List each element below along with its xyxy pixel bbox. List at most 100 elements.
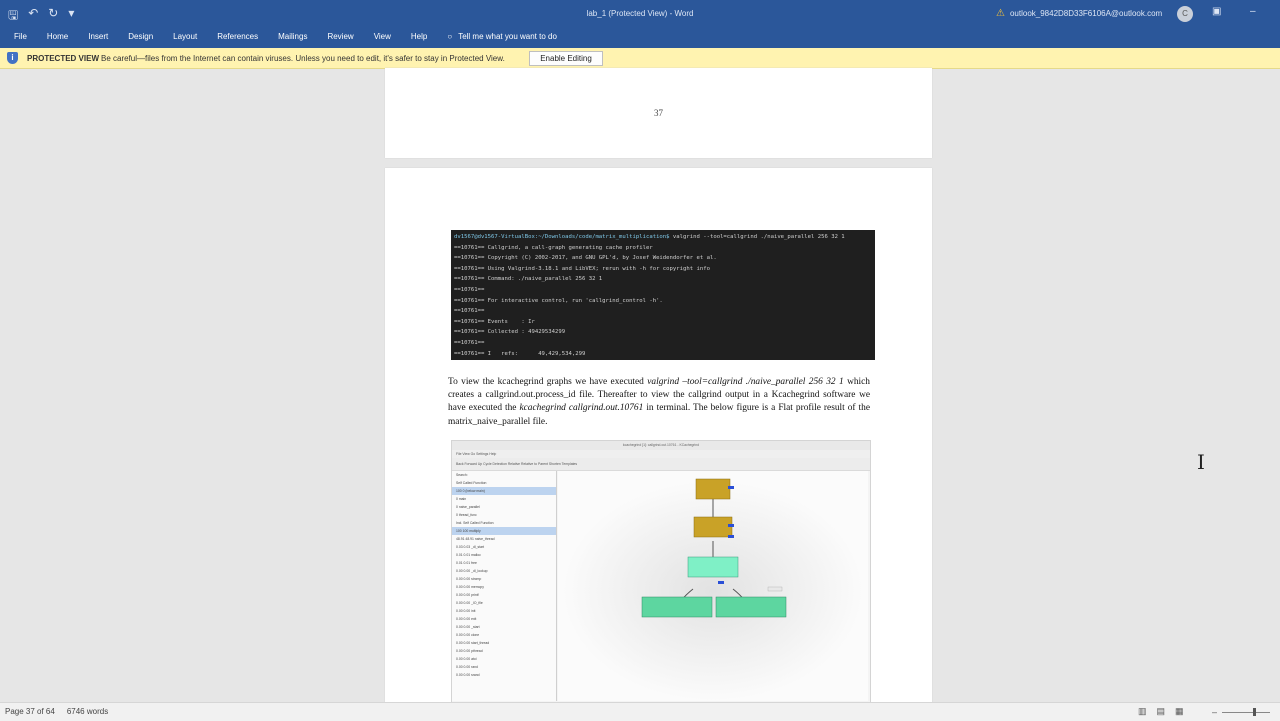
embedded-list-row: 0.00 0.00 exit [456,617,477,621]
terminal-line: ==10761== For interactive control, run '… [454,297,663,304]
web-layout-icon[interactable]: ▦ [1175,706,1184,717]
embedded-list-row: 0.00 0.00 memcpy [456,585,484,589]
embedded-list-row: 0 naive_parallel [456,505,480,509]
graph-node-main [693,516,733,538]
account-email: outlook_9842D8D33F6106A@outlook.com [1009,9,1163,18]
embedded-list-row: 0.00 0.00 atoi [456,657,477,661]
tell-me-search[interactable]: ○ Tell me what you want to do [447,32,557,41]
terminal-line: ==10761== [454,286,485,293]
word-count-status[interactable]: 6746 words [67,707,108,716]
embedded-list-row: 0.01 0.01 free [456,561,477,565]
terminal-line: ==10761== Copyright (C) 2002-2017, and G… [454,255,717,262]
embedded-list-row: 0.00 0.00 clone [456,633,480,637]
embedded-list-row: 0 main [456,497,467,501]
kcachegrind-screenshot: kcachegrind [1]: callgrind.out.10761 - K… [451,440,871,704]
document-page[interactable]: dv1567@dv1567-VirtualBox:~/Downloads/cod… [385,168,932,708]
tab-design[interactable]: Design [128,32,153,41]
embedded-call-graph [558,471,868,701]
embedded-list-row: 0.00 0.00 _IO_file [456,601,483,605]
graph-label [767,586,783,592]
embedded-list-row: 0.00 0.00 start_thread [456,641,490,645]
read-mode-icon[interactable]: ▥ [1138,706,1147,717]
paragraph-command: kcachegrind callgrind.out.10761 [519,403,644,414]
embedded-list-row: 0.03 0.03 _dl_start [456,545,485,549]
graph-badge [728,535,734,538]
text-cursor-icon: I [1197,450,1205,474]
embedded-list-row: Self Called Function [456,481,487,485]
embedded-list-row: 100 100 multiply [452,527,556,535]
terminal-screenshot: dv1567@dv1567-VirtualBox:~/Downloads/cod… [451,230,875,360]
terminal-line: ==10761== Collected : 49429534299 [454,329,566,336]
tell-me-text: Tell me what you want to do [458,32,557,41]
embedded-menu-bar: File View Go Settings Help [452,450,870,458]
graph-node-thread-b [715,596,787,618]
print-layout-icon[interactable]: ▤ [1157,706,1166,717]
avatar[interactable]: C [1177,6,1193,22]
embedded-list-row: 0.00 0.00 _start [456,625,480,629]
embedded-list-row: 0.00 0.00 _dl_lookup [456,569,488,573]
protected-view-message: Be careful—files from the Internet can c… [101,54,505,63]
zoom-slider[interactable] [1222,712,1270,713]
page-number: 37 [654,108,663,118]
terminal-line: ==10761== Callgrind, a call-graph genera… [454,244,653,251]
body-paragraph: To view the kcachegrind graphs we have e… [448,376,870,429]
tab-view[interactable]: View [374,32,391,41]
paragraph-command: valgrind –tool=callgrind ./naive_paralle… [647,377,844,387]
embedded-list-row: 0.00 0.00 pthread [456,649,483,653]
tab-review[interactable]: Review [327,32,353,41]
embedded-list-row: 0.00 0.00 init [456,609,476,613]
embedded-list-row: 0.01 0.01 malloc [456,553,481,557]
lightbulb-icon: ○ [447,32,453,41]
embedded-list-row: 100 0 (below main) [452,487,556,495]
protected-view-label: PROTECTED VIEW [27,54,100,63]
zoom-out-icon[interactable]: – [1212,707,1217,717]
terminal-prompt-path: dv1567@dv1567-VirtualBox:~/Downloads/cod… [454,234,670,240]
protected-view-bar: i PROTECTED VIEW Be careful—files from t… [0,48,1280,69]
tab-file[interactable]: File [14,32,27,41]
document-page[interactable]: 37 [385,68,932,158]
graph-badge [718,581,724,584]
terminal-line: ==10761== [454,308,485,315]
warning-icon: ⚠ [996,8,1005,19]
graph-node-naive-parallel [687,556,739,578]
account-area[interactable]: ⚠ outlook_9842D8D33F6106A@outlook.com [996,8,1162,19]
ribbon-display-options-icon[interactable]: ▣ [1212,6,1221,17]
embedded-list-row: Search: [456,473,468,477]
embedded-list-row: 0.00 0.00 rand [456,665,478,669]
embedded-toolbar: Back Forward Up Cycle Detection Relative… [452,458,870,471]
embedded-list-row: 48.91 48.91 naive_thread [456,537,495,541]
embedded-window-title: kcachegrind [1]: callgrind.out.10761 - K… [452,441,870,450]
ribbon-tabs: File Home Insert Design Layout Reference… [0,28,1280,48]
shield-icon: i [7,52,18,64]
graph-node-thread-a [641,596,713,618]
embedded-list-row: 0.00 0.00 strcmp [456,577,482,581]
terminal-line: ==10761== I refs: 49,429,534,299 [454,350,586,357]
call-graph-svg [563,478,863,701]
tab-layout[interactable]: Layout [173,32,197,41]
tab-home[interactable]: Home [47,32,68,41]
embedded-list-row: 0 thread_func [456,513,477,517]
terminal-line: ==10761== [454,339,485,346]
graph-badge [728,524,734,527]
status-bar: Page 37 of 64 6746 words ▥ ▤ ▦ – [0,702,1280,721]
tab-insert[interactable]: Insert [88,32,108,41]
embedded-list-row: Incl. Self Called Function [456,521,494,525]
title-bar: 🖫 ↶ ↻ ▾ lab_1 (Protected View) - Word ⚠ … [0,0,1280,28]
enable-editing-button[interactable]: Enable Editing [529,51,603,66]
graph-node-below-main [695,478,731,500]
embedded-list-row: 0.00 0.00 printf [456,593,479,597]
terminal-command: valgrind --tool=callgrind ./naive_parall… [669,234,845,240]
tab-help[interactable]: Help [411,32,427,41]
paragraph-text: To view the kcachegrind graphs we have e… [448,377,648,387]
terminal-line: ==10761== Using Valgrind-3.18.1 and LibV… [454,265,710,272]
graph-badge [728,486,734,489]
page-count-status[interactable]: Page 37 of 64 [5,707,55,716]
embedded-function-list: Search: Self Called Function 100 0 (below … [452,471,557,701]
minimize-icon[interactable]: – [1250,6,1256,17]
tab-references[interactable]: References [217,32,258,41]
terminal-line: ==10761== Command: ./naive_parallel 256 … [454,276,603,283]
tab-mailings[interactable]: Mailings [278,32,307,41]
zoom-slider-handle[interactable] [1253,708,1256,716]
embedded-list-row: 0.00 0.00 srand [456,673,480,677]
terminal-line: ==10761== Events : Ir [454,318,535,325]
